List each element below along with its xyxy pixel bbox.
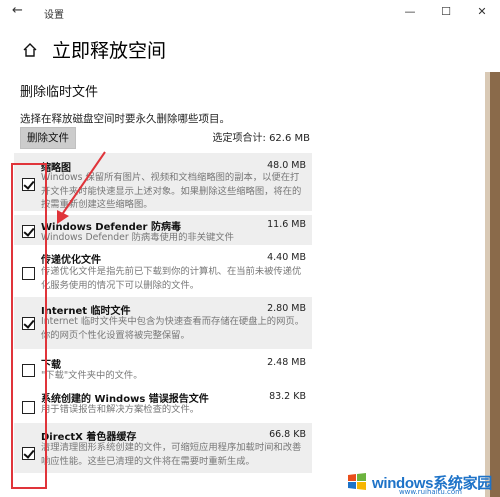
item-description: Internet 临时文件夹中包含为快速查看而存储在硬盘上的网页。你的网页个性化…	[41, 316, 304, 341]
window-controls: — ☐ ✕	[392, 0, 500, 24]
delete-files-button[interactable]: 删除文件	[20, 127, 76, 149]
item-size: 48.0 MB	[267, 160, 306, 171]
list-item: 系统创建的 Windows 错误报告文件 83.2 KB 用于错误报告和解决方案…	[14, 387, 312, 419]
watermark: windows系统家园 www.ruihaitu.com	[346, 471, 492, 496]
item-size: 4.40 MB	[267, 252, 306, 263]
home-icon[interactable]	[22, 42, 38, 58]
item-size: 66.8 KB	[269, 429, 306, 440]
list-item: Internet 临时文件 2.80 MB Internet 临时文件夹中包含为…	[14, 297, 312, 349]
annotation-arrow-icon	[57, 151, 106, 224]
item-description: 传递优化文件是指先前已下载到你的计算机、在当前未被传递优化服务使用的情况下可以删…	[41, 266, 302, 291]
page-title: 立即释放空间	[52, 40, 167, 62]
annotation-box	[11, 163, 47, 489]
item-size: 11.6 MB	[267, 219, 306, 230]
item-size: 2.48 MB	[267, 357, 306, 368]
page-header: 立即释放空间	[22, 36, 166, 63]
back-arrow-icon[interactable]: ←	[12, 3, 23, 18]
title-bar: ← 设置 — ☐ ✕	[0, 0, 500, 24]
item-description: "下载"文件夹中的文件。	[41, 370, 143, 381]
item-size: 2.80 MB	[267, 303, 306, 314]
close-button[interactable]: ✕	[464, 0, 500, 24]
windows-logo-icon	[347, 473, 366, 490]
selected-total: 选定项合计: 62.6 MB	[212, 133, 310, 144]
item-description: 清理清理图形系统创建的文件，可缩短应用程序加载时间和改善响应性能。这些已清理的文…	[41, 442, 302, 467]
list-item: DirectX 着色器缓存 66.8 KB 清理清理图形系统创建的文件，可缩短应…	[14, 423, 312, 473]
watermark-url: www.ruihaitu.com	[398, 488, 462, 496]
item-size: 83.2 KB	[269, 391, 306, 402]
list-item: 下载 2.48 MB "下载"文件夹中的文件。	[14, 353, 312, 383]
window-title: 设置	[44, 10, 64, 21]
item-description: 用于错误报告和解决方案检查的文件。	[41, 404, 200, 415]
list-item: 传递优化文件 4.40 MB 传递优化文件是指先前已下载到你的计算机、在当前未被…	[14, 249, 312, 293]
section-title: 删除临时文件	[20, 85, 99, 100]
maximize-button[interactable]: ☐	[428, 0, 464, 24]
background-strip	[490, 72, 500, 497]
section-description: 选择在释放磁盘空间时要永久删除哪些项目。	[20, 113, 230, 125]
item-name: 传递优化文件	[41, 255, 101, 266]
item-description: Windows Defender 防病毒使用的非关键文件	[41, 232, 234, 243]
minimize-button[interactable]: —	[392, 0, 428, 24]
